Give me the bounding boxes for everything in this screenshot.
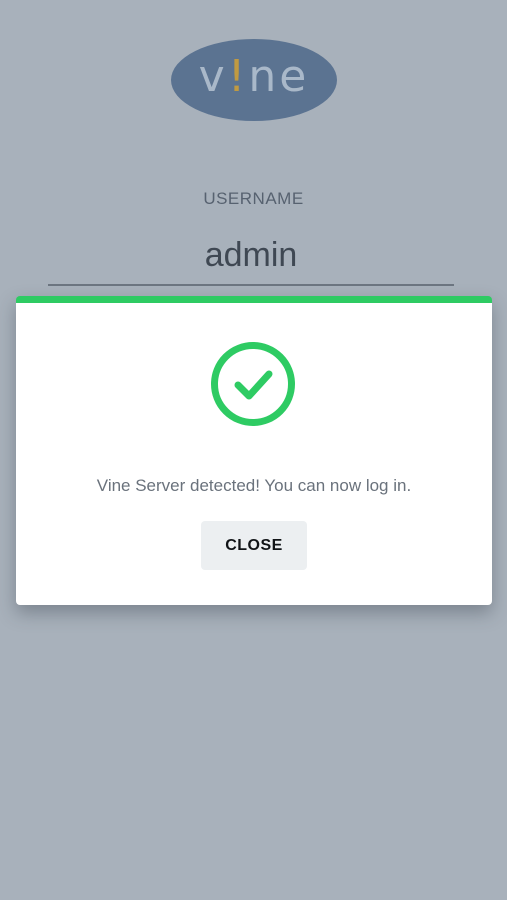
dialog-message: Vine Server detected! You can now log in… — [96, 476, 412, 495]
login-screen: v!ne USERNAME Vine Server detected! You … — [0, 0, 507, 900]
logo-wordmark: v!ne — [199, 51, 310, 102]
logo-letters-ne: ne — [248, 50, 310, 102]
success-dialog: Vine Server detected! You can now log in… — [16, 296, 492, 605]
username-label: USERNAME — [203, 189, 304, 208]
close-button[interactable]: CLOSE — [201, 521, 307, 570]
username-input[interactable] — [48, 226, 454, 286]
check-circle-icon — [211, 342, 295, 426]
logo-letter-v: v — [198, 50, 228, 102]
vine-logo: v!ne — [171, 39, 337, 121]
logo-accent-mark: ! — [227, 50, 249, 102]
